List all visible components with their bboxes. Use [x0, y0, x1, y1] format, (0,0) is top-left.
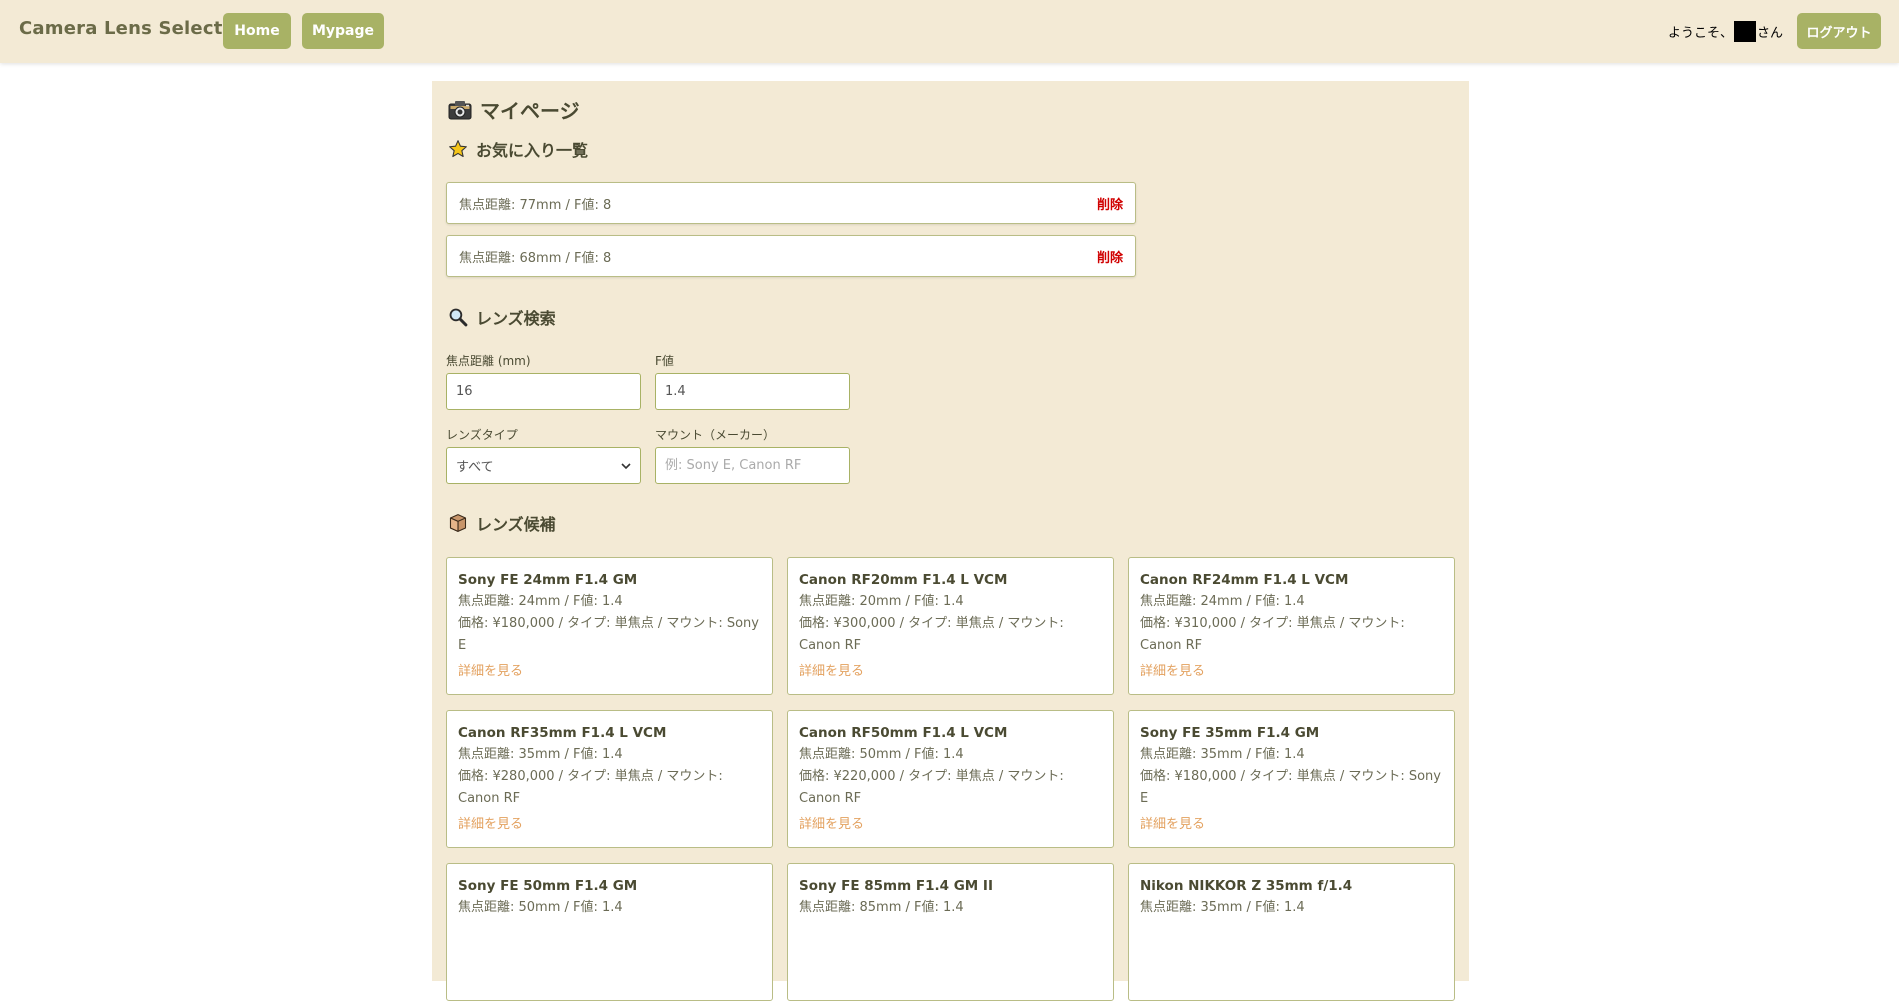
mount-input[interactable]	[655, 447, 850, 484]
lens-detail-link[interactable]: 詳細を見る	[458, 814, 523, 836]
lens-spec: 焦点距離: 35mm / F値: 1.4	[458, 747, 623, 762]
lens-info: 価格: ¥280,000 / タイプ: 単焦点 / マウント: Canon RF	[458, 769, 723, 806]
lens-card: Canon RF20mm F1.4 L VCM 焦点距離: 20mm / F値:…	[787, 557, 1114, 695]
welcome-prefix: ようこそ、	[1667, 26, 1733, 41]
camera-icon	[448, 99, 472, 121]
lens-info: 価格: ¥310,000 / タイプ: 単焦点 / マウント: Canon RF	[1140, 616, 1405, 653]
redacted-username	[1733, 21, 1756, 42]
lens-info: 価格: ¥180,000 / タイプ: 単焦点 / マウント: Sony E	[458, 616, 759, 653]
focal-length-input[interactable]	[446, 373, 641, 410]
home-button[interactable]: Home	[223, 13, 291, 49]
favorite-item: 焦点距離: 68mm / F値: 8 削除	[446, 235, 1136, 277]
lens-card: Canon RF50mm F1.4 L VCM 焦点距離: 50mm / F値:…	[787, 710, 1114, 848]
lens-card: Sony FE 35mm F1.4 GM 焦点距離: 35mm / F値: 1.…	[1128, 710, 1455, 848]
lens-name: Sony FE 24mm F1.4 GM	[458, 572, 638, 588]
f-value-input[interactable]	[655, 373, 850, 410]
lens-name: Canon RF24mm F1.4 L VCM	[1140, 572, 1349, 588]
lens-name: Sony FE 85mm F1.4 GM II	[799, 878, 993, 894]
lens-detail-link[interactable]: 詳細を見る	[1140, 661, 1205, 683]
lens-detail-link[interactable]: 詳細を見る	[458, 661, 523, 683]
lens-detail-link[interactable]: 詳細を見る	[799, 661, 864, 683]
lens-spec: 焦点距離: 20mm / F値: 1.4	[799, 594, 964, 609]
lens-info: 価格: ¥180,000 / タイプ: 単焦点 / マウント: Sony E	[1140, 769, 1441, 806]
welcome-suffix: さん	[1756, 26, 1783, 41]
lens-spec: 焦点距離: 50mm / F値: 1.4	[799, 747, 964, 762]
lens-spec: 焦点距離: 24mm / F値: 1.4	[1140, 594, 1305, 609]
favorite-item-text: 焦点距離: 68mm / F値: 8	[459, 250, 612, 266]
delete-favorite-button[interactable]: 削除	[1097, 194, 1123, 213]
search-heading-text: レンズ検索	[476, 309, 556, 328]
f-value-label: F値	[655, 354, 674, 368]
lens-detail-link[interactable]: 詳細を見る	[1140, 814, 1205, 836]
lens-type-label: レンズタイプ	[446, 428, 518, 442]
brand-title[interactable]: Camera Lens Selection	[19, 18, 254, 39]
mypage-container: マイページ お気に入り一覧 焦点距離: 77mm / F値: 8 削除 焦点距離…	[432, 81, 1469, 1001]
lens-info: 価格: ¥300,000 / タイプ: 単焦点 / マウント: Canon RF	[799, 616, 1064, 653]
lens-card: Nikon NIKKOR Z 35mm f/1.4 焦点距離: 35mm / F…	[1128, 863, 1455, 1001]
focal-length-label: 焦点距離 (mm)	[446, 354, 531, 368]
favorites-heading: お気に入り一覧	[448, 137, 588, 161]
lens-card: Sony FE 50mm F1.4 GM 焦点距離: 50mm / F値: 1.…	[446, 863, 773, 1001]
lens-detail-link[interactable]: 詳細を見る	[799, 814, 864, 836]
lens-type-select[interactable]: すべて	[446, 447, 641, 484]
logout-button[interactable]: ログアウト	[1797, 13, 1881, 49]
lens-type-selected: すべて	[456, 460, 494, 475]
page-title: マイページ	[448, 95, 580, 124]
welcome-message: ようこそ、 さん	[1668, 21, 1783, 42]
candidates-heading: レンズ候補	[448, 511, 556, 535]
favorite-item: 焦点距離: 77mm / F値: 8 削除	[446, 182, 1136, 224]
lens-name: Sony FE 35mm F1.4 GM	[1140, 725, 1320, 741]
lens-name: Canon RF35mm F1.4 L VCM	[458, 725, 667, 741]
lens-name: Canon RF50mm F1.4 L VCM	[799, 725, 1008, 741]
lens-card: Sony FE 85mm F1.4 GM II 焦点距離: 85mm / F値:…	[787, 863, 1114, 1001]
lens-card: Canon RF35mm F1.4 L VCM 焦点距離: 35mm / F値:…	[446, 710, 773, 848]
chevron-down-icon	[621, 461, 631, 471]
lens-name: Nikon NIKKOR Z 35mm f/1.4	[1140, 878, 1353, 894]
favorite-item-text: 焦点距離: 77mm / F値: 8	[459, 197, 612, 213]
lens-card: Sony FE 24mm F1.4 GM 焦点距離: 24mm / F値: 1.…	[446, 557, 773, 695]
mount-label: マウント（メーカー）	[655, 428, 776, 442]
candidates-heading-text: レンズ候補	[476, 515, 556, 534]
mypage-button[interactable]: Mypage	[302, 13, 384, 49]
lens-spec: 焦点距離: 35mm / F値: 1.4	[1140, 900, 1305, 915]
lens-card: Canon RF24mm F1.4 L VCM 焦点距離: 24mm / F値:…	[1128, 557, 1455, 695]
favorites-heading-text: お気に入り一覧	[476, 141, 589, 160]
lens-name: Sony FE 50mm F1.4 GM	[458, 878, 638, 894]
lens-spec: 焦点距離: 50mm / F値: 1.4	[458, 900, 623, 915]
page-title-text: マイページ	[480, 99, 580, 123]
top-navbar: Camera Lens Selection Home Mypage ようこそ、 …	[0, 0, 1899, 63]
package-icon	[448, 513, 468, 533]
lens-spec: 焦点距離: 24mm / F値: 1.4	[458, 594, 623, 609]
lens-info: 価格: ¥220,000 / タイプ: 単焦点 / マウント: Canon RF	[799, 769, 1064, 806]
lens-spec: 焦点距離: 85mm / F値: 1.4	[799, 900, 964, 915]
magnifier-icon	[448, 307, 468, 327]
star-icon	[448, 139, 468, 159]
lens-name: Canon RF20mm F1.4 L VCM	[799, 572, 1008, 588]
delete-favorite-button[interactable]: 削除	[1097, 247, 1123, 266]
lens-spec: 焦点距離: 35mm / F値: 1.4	[1140, 747, 1305, 762]
search-heading: レンズ検索	[448, 305, 556, 329]
